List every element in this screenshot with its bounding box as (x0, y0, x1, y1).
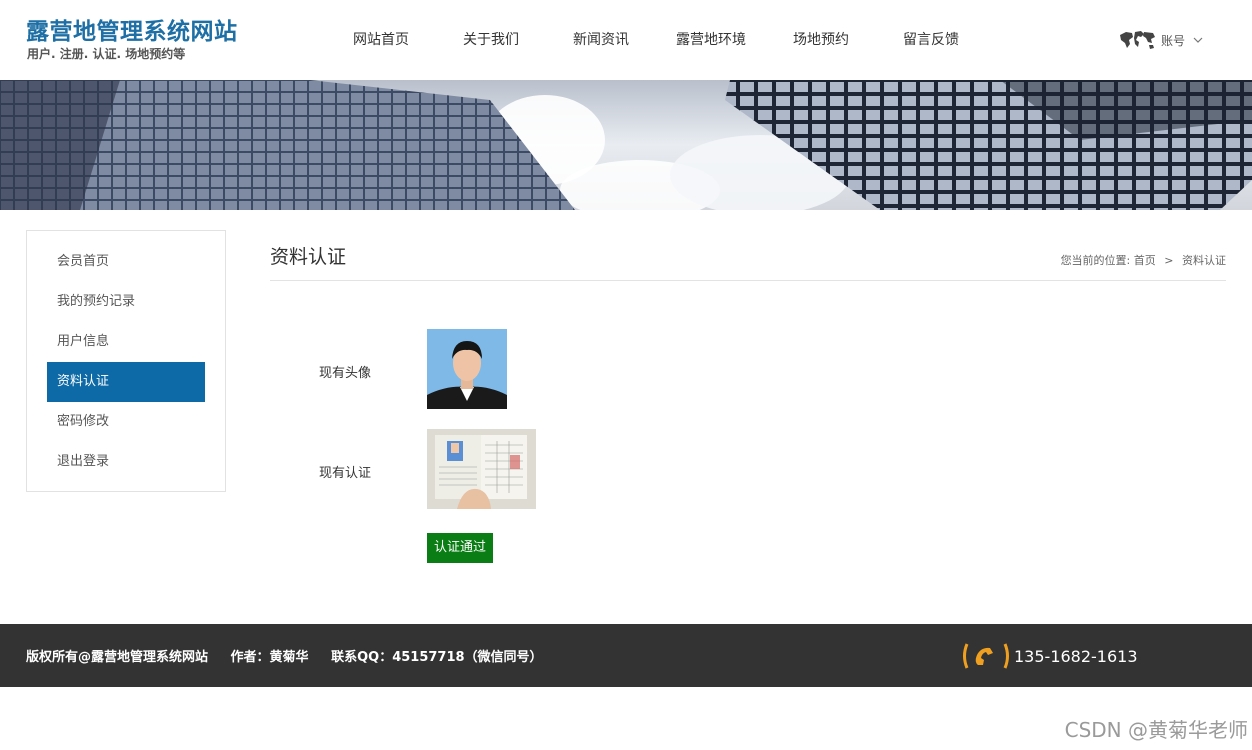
content-header: 资料认证 您当前的位置: 首页 > 资料认证 (270, 230, 1226, 281)
nav-item-news[interactable]: 新闻资讯 (546, 0, 656, 80)
sidebar-item-my-bookings[interactable]: 我的预约记录 (47, 282, 205, 322)
site-subtitle: 用户. 注册. 认证. 场地预约等 (27, 47, 186, 61)
banner-image (0, 80, 1252, 210)
avatar (427, 329, 507, 409)
nav-item-booking[interactable]: 场地预约 (766, 0, 876, 80)
status-badge: 认证通过 (427, 533, 493, 563)
footer-author: 作者：黄菊华 (230, 650, 309, 665)
member-sidebar: 会员首页 我的预约记录 用户信息 资料认证 密码修改 退出登录 (26, 230, 226, 492)
footer-copyright: 版权所有@露营地管理系统网站 (26, 650, 209, 665)
phone-icon (963, 643, 1009, 669)
footer-phone: 135-1682-1613 (960, 641, 1138, 671)
world-map-icon (1120, 31, 1155, 49)
main-content: 资料认证 您当前的位置: 首页 > 资料认证 现有头像 现有认证 认证通过 (270, 230, 1226, 563)
watermark: CSDN @黄菊华老师 (1064, 718, 1248, 742)
nav-item-about[interactable]: 关于我们 (436, 0, 546, 80)
site-title[interactable]: 露营地管理系统网站 (26, 12, 238, 46)
site-header: 露营地管理系统网站 用户. 注册. 认证. 场地预约等 网站首页 关于我们 新闻… (0, 0, 1252, 80)
footer-phone-number: 135-1682-1613 (1014, 646, 1138, 666)
chevron-down-icon (1193, 37, 1203, 43)
avatar-label: 现有头像 (319, 366, 372, 381)
breadcrumb-prefix: 您当前的位置: (1060, 254, 1131, 267)
sidebar-item-verification[interactable]: 资料认证 (47, 362, 205, 402)
account-label: 账号 (1161, 33, 1186, 48)
nav-item-environment[interactable]: 露营地环境 (656, 0, 766, 80)
cert-label: 现有认证 (319, 466, 372, 481)
footer-info: 版权所有@露营地管理系统网站 作者：黄菊华 联系QQ：45157718（微信同号… (26, 646, 561, 665)
breadcrumb: 您当前的位置: 首页 > 资料认证 (1061, 252, 1226, 268)
sidebar-item-logout[interactable]: 退出登录 (47, 442, 205, 482)
main-nav: 网站首页 关于我们 新闻资讯 露营地环境 场地预约 留言反馈 (326, 0, 986, 80)
sidebar-item-user-info[interactable]: 用户信息 (47, 322, 205, 362)
sidebar-item-change-password[interactable]: 密码修改 (47, 402, 205, 442)
account-menu[interactable]: 账号 (1117, 28, 1203, 52)
page-title: 资料认证 (270, 246, 347, 268)
breadcrumb-separator: > (1164, 254, 1174, 267)
nav-item-feedback[interactable]: 留言反馈 (876, 0, 986, 80)
breadcrumb-current: 资料认证 (1182, 254, 1226, 267)
breadcrumb-home-link[interactable]: 首页 (1134, 254, 1156, 267)
sidebar-item-member-home[interactable]: 会员首页 (47, 242, 205, 282)
site-footer: 版权所有@露营地管理系统网站 作者：黄菊华 联系QQ：45157718（微信同号… (0, 624, 1252, 687)
footer-contact: 联系QQ：45157718（微信同号） (331, 650, 543, 665)
certificate-photo (427, 429, 536, 509)
hero-banner (0, 80, 1252, 210)
nav-item-home[interactable]: 网站首页 (326, 0, 436, 80)
avatar-photo (427, 329, 507, 409)
certificate-image (427, 429, 536, 509)
